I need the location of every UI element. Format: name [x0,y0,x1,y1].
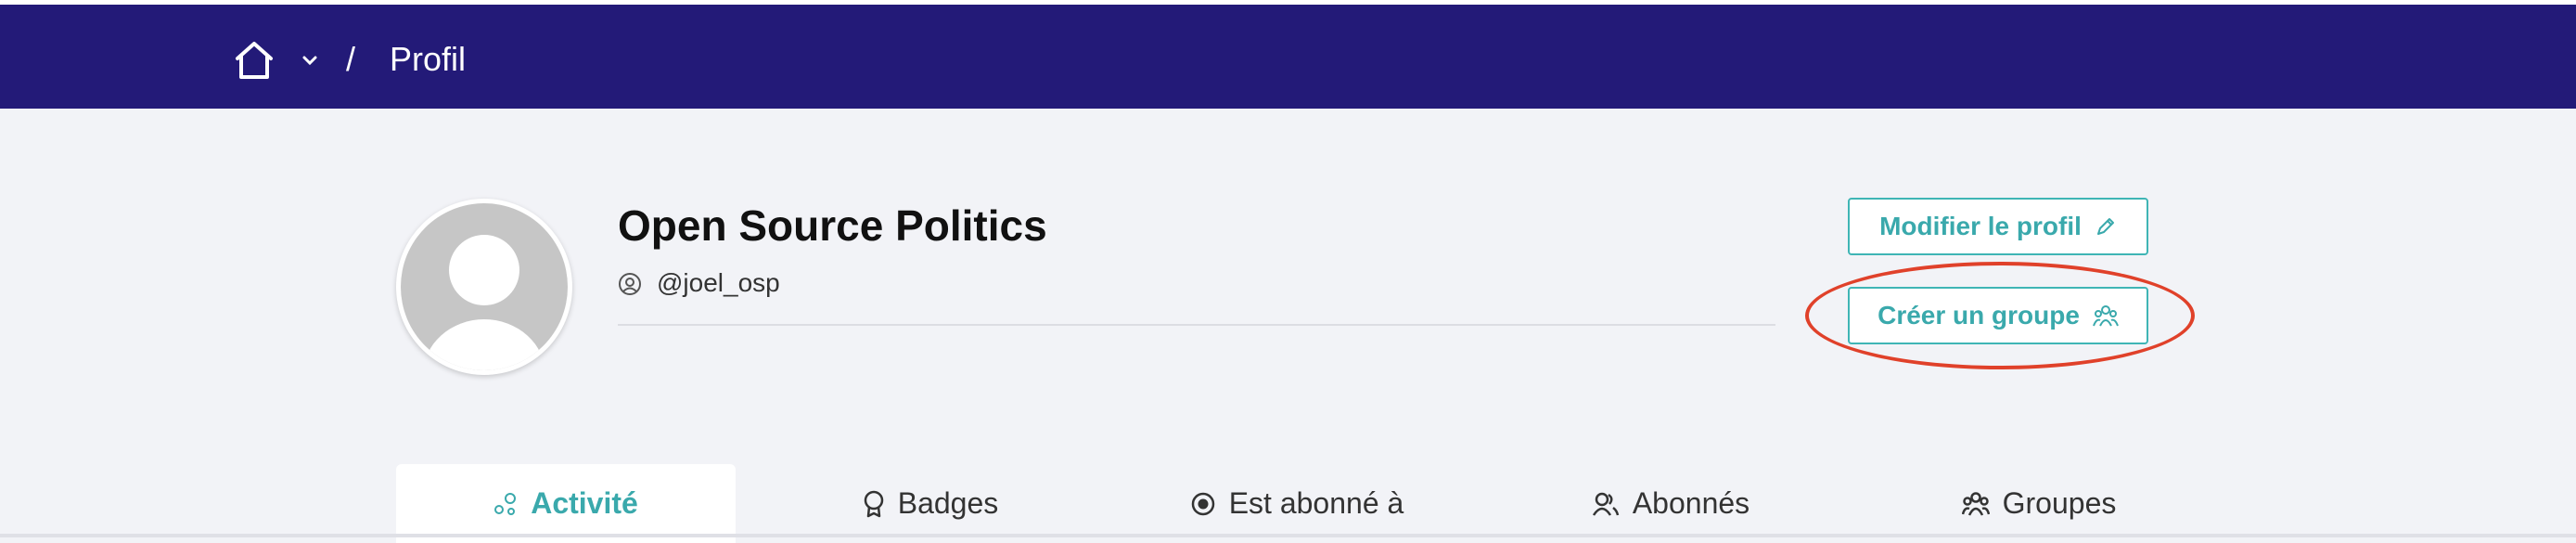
tab-label: Abonnés [1632,486,1750,520]
edit-profile-label: Modifier le profil [1879,212,2082,240]
profile-handle: @joel_osp [657,268,780,297]
tab-label: Activité [531,486,638,520]
profile-tabs: Activité Badges Est abonné à Abonnés Gro… [0,462,2576,543]
profile-divider [618,324,1775,326]
activity-icon [494,492,517,515]
header-bar: / Profil [0,5,2576,109]
breadcrumb-separator: / [346,40,356,78]
breadcrumb-current: Profil [390,40,467,78]
pencil-icon [2096,218,2114,235]
user-circle-icon [619,273,641,295]
default-avatar-icon [401,203,568,370]
tab-label: Badges [897,486,999,520]
tab-abonnements[interactable]: Est abonné à [1127,464,1467,543]
highlight-annotation [1805,262,2195,369]
home-icon[interactable] [232,38,276,83]
followers-icon [1592,492,1620,516]
tab-badges[interactable]: Badges [761,464,1100,543]
tab-abonnes[interactable]: Abonnés [1501,464,1840,543]
groups-icon [1961,491,1990,516]
edit-profile-button[interactable]: Modifier le profil [1848,198,2148,255]
tab-activite[interactable]: Activité [396,464,736,543]
tab-label: Est abonné à [1228,486,1404,520]
profile-name: Open Source Politics [618,201,1047,250]
badge-icon [864,490,883,517]
tabs-divider [0,534,2576,537]
chevron-down-icon[interactable] [300,50,320,71]
tab-label: Groupes [2002,486,2117,520]
eye-icon [1191,492,1214,515]
avatar [396,199,572,375]
tab-groupes[interactable]: Groupes [1869,464,2209,543]
